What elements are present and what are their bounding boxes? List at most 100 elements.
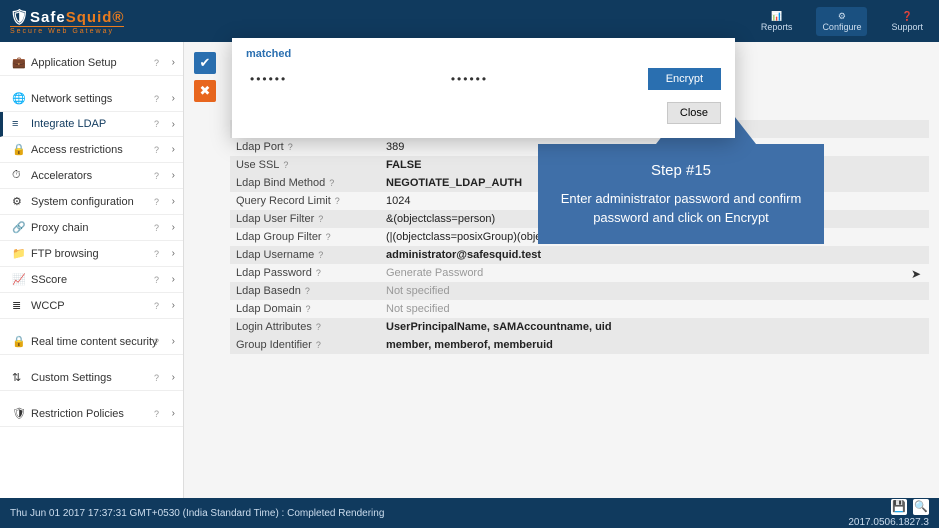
field-value[interactable]: Generate Password➤ xyxy=(380,265,929,281)
help-icon[interactable]: ? xyxy=(154,373,159,383)
help-icon[interactable]: ? xyxy=(154,223,159,233)
briefcase-icon: 💼 xyxy=(12,56,24,69)
chevron-right-icon: › xyxy=(172,119,175,130)
sidebar-item-label: SScore xyxy=(31,274,67,286)
lock-icon: 🔒 xyxy=(12,143,24,156)
help-icon[interactable]: ? xyxy=(154,197,159,207)
chevron-right-icon: › xyxy=(172,144,175,155)
shield-icon: 🛡 xyxy=(12,407,24,420)
list-icon: ≡ xyxy=(12,118,24,130)
configure-icon: ⚙ xyxy=(838,11,846,22)
logo-tagline: Secure Web Gateway xyxy=(10,26,124,35)
chevron-right-icon: › xyxy=(172,93,175,104)
close-button[interactable]: Close xyxy=(667,102,721,124)
cog-icon: ⚙ xyxy=(12,195,24,208)
help-icon[interactable]: ? xyxy=(283,160,288,170)
help-icon[interactable]: ? xyxy=(288,142,293,152)
sidebar: 💼Application Setup?›🌐Network settings?›≡… xyxy=(0,42,184,498)
help-icon[interactable]: ? xyxy=(154,409,159,419)
help-icon[interactable]: ? xyxy=(316,268,321,278)
sidebar-item-ftp-browsing[interactable]: 📁FTP browsing?› xyxy=(0,241,183,267)
reports-icon: 📊 xyxy=(771,11,782,22)
chevron-right-icon: › xyxy=(172,336,175,347)
sidebar-item-real-time-content-security[interactable]: 🔒Real time content security?› xyxy=(0,329,183,355)
chevron-right-icon: › xyxy=(172,408,175,419)
sidebar-item-custom-settings[interactable]: ⇅Custom Settings?› xyxy=(0,365,183,391)
globe-icon: 🌐 xyxy=(12,92,24,105)
help-icon[interactable]: ? xyxy=(318,214,323,224)
field-label: Ldap Username ? xyxy=(230,247,380,263)
send-icon[interactable]: ➤ xyxy=(911,267,921,281)
encrypt-button[interactable]: Encrypt xyxy=(648,68,721,90)
chevron-right-icon: › xyxy=(172,170,175,181)
field-value[interactable]: member, memberof, memberuid xyxy=(380,337,929,353)
sidebar-item-label: Integrate LDAP xyxy=(31,118,106,130)
help-icon[interactable]: ? xyxy=(316,322,321,332)
help-icon[interactable]: ? xyxy=(154,145,159,155)
check-icon[interactable]: ✔ xyxy=(194,52,216,74)
help-icon[interactable]: ? xyxy=(154,275,159,285)
field-label: Ldap Group Filter ? xyxy=(230,229,380,245)
sidebar-item-accelerators[interactable]: ⏱Accelerators?› xyxy=(0,163,183,189)
top-action-reports[interactable]: 📊Reports xyxy=(755,7,799,36)
chevron-right-icon: › xyxy=(172,57,175,68)
close-icon[interactable]: ✖ xyxy=(194,80,216,102)
chevron-right-icon: › xyxy=(172,372,175,383)
top-action-configure[interactable]: ⚙Configure xyxy=(816,7,867,36)
topbar: 🛡SafeSquid® Secure Web Gateway 📊Reports ⚙… xyxy=(0,0,939,42)
sidebar-item-label: Access restrictions xyxy=(31,144,123,156)
logo: 🛡SafeSquid® Secure Web Gateway xyxy=(10,8,124,35)
sidebar-item-label: System configuration xyxy=(31,196,134,208)
form-row: Login Attributes ?UserPrincipalName, sAM… xyxy=(230,318,929,336)
sidebar-item-application-setup[interactable]: 💼Application Setup?› xyxy=(0,50,183,76)
shield-icon: 🛡 xyxy=(10,9,30,26)
confirm-password-input[interactable]: •••••• xyxy=(447,69,638,89)
callout-body: Enter administrator password and confirm… xyxy=(552,189,810,228)
version-text: 2017.0506.1827.3 xyxy=(848,517,929,528)
gauge-icon: ⏱ xyxy=(12,169,24,182)
field-label: Login Attributes ? xyxy=(230,319,380,335)
callout-title: Step #15 xyxy=(552,160,810,183)
help-icon[interactable]: ? xyxy=(326,232,331,242)
sidebar-item-access-restrictions[interactable]: 🔒 Access restrictions? › xyxy=(0,137,183,163)
form-row: Ldap Basedn ?Not specified xyxy=(230,282,929,300)
field-value[interactable]: Not specified xyxy=(380,301,929,317)
field-value[interactable]: UserPrincipalName, sAMAccountname, uid xyxy=(380,319,929,335)
field-value[interactable]: administrator@safesquid.test xyxy=(380,247,929,263)
chevron-right-icon: › xyxy=(172,222,175,233)
help-icon[interactable]: ? xyxy=(305,286,310,296)
top-actions: 📊Reports ⚙Configure ❓Support xyxy=(755,7,929,36)
sidebar-item-sscore[interactable]: 📈SScore?› xyxy=(0,267,183,293)
status-text: Thu Jun 01 2017 17:37:31 GMT+0530 (India… xyxy=(10,508,384,519)
password-input[interactable]: •••••• xyxy=(246,69,437,89)
sidebar-item-system-configuration[interactable]: ⚙System configuration?› xyxy=(0,189,183,215)
help-icon[interactable]: ? xyxy=(154,249,159,259)
help-icon[interactable]: ? xyxy=(318,250,323,260)
field-label: Group Identifier ? xyxy=(230,337,380,353)
help-icon[interactable]: ? xyxy=(154,301,159,311)
help-icon[interactable]: ? xyxy=(316,340,321,350)
help-icon[interactable]: ? xyxy=(329,178,334,188)
sidebar-item-network-settings[interactable]: 🌐Network settings?› xyxy=(0,86,183,112)
help-icon[interactable]: ? xyxy=(154,58,159,68)
save-icon[interactable]: 💾 xyxy=(891,499,907,515)
sidebar-item-wccp[interactable]: ≣WCCP?› xyxy=(0,293,183,319)
top-action-support[interactable]: ❓Support xyxy=(885,7,929,36)
field-value[interactable]: Not specified xyxy=(380,283,929,299)
field-label: Ldap Domain ? xyxy=(230,301,380,317)
sidebar-item-integrate-ldap[interactable]: ≡ Integrate LDAP? › xyxy=(0,112,183,137)
chart-icon: 📈 xyxy=(12,273,24,286)
statusbar: Thu Jun 01 2017 17:37:31 GMT+0530 (India… xyxy=(0,498,939,528)
action-icon-column: ✔ ✖ xyxy=(194,52,216,102)
help-icon[interactable]: ? xyxy=(154,337,159,347)
help-icon[interactable]: ? xyxy=(154,171,159,181)
help-icon[interactable]: ? xyxy=(154,94,159,104)
help-icon[interactable]: ? xyxy=(154,119,159,129)
help-icon[interactable]: ? xyxy=(305,304,310,314)
sidebar-item-restriction-policies[interactable]: 🛡Restriction Policies?› xyxy=(0,401,183,427)
support-icon: ❓ xyxy=(902,11,913,22)
sidebar-item-proxy-chain[interactable]: 🔗Proxy chain?› xyxy=(0,215,183,241)
field-label: Ldap Bind Method ? xyxy=(230,175,380,191)
search-icon[interactable]: 🔍 xyxy=(913,499,929,515)
help-icon[interactable]: ? xyxy=(335,196,340,206)
